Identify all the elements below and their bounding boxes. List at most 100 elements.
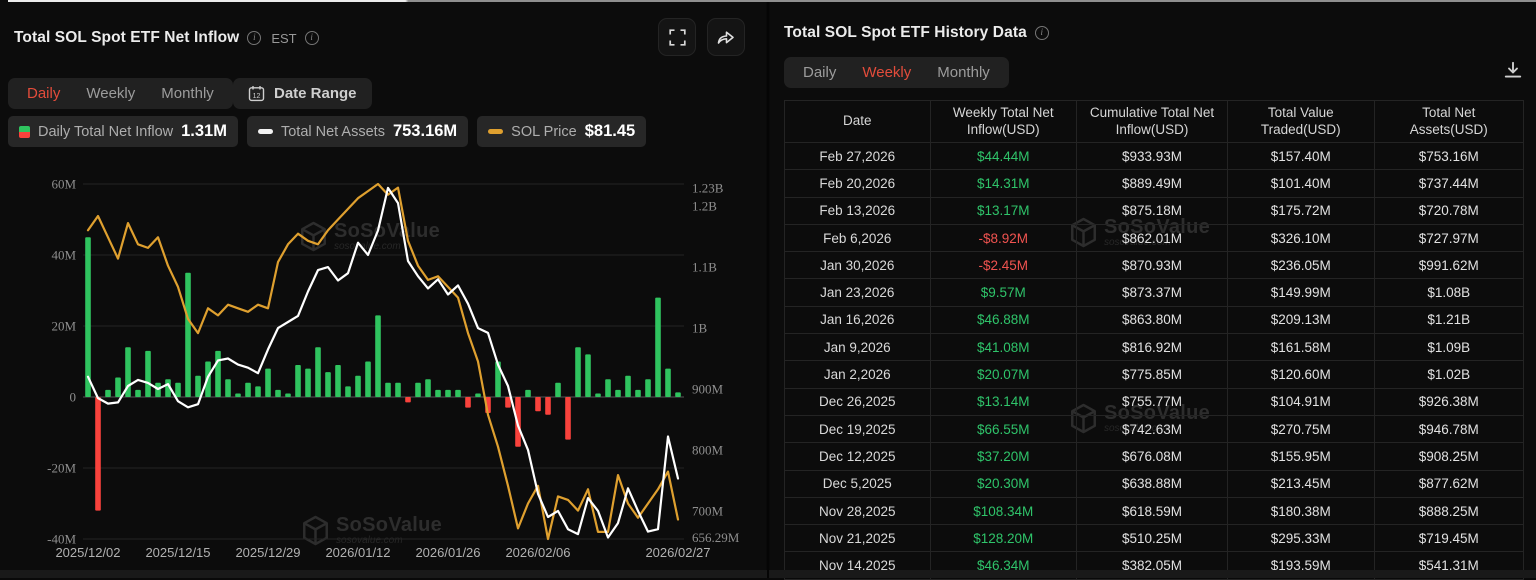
row-value-cell: -$2.45M — [931, 252, 1078, 279]
row-date-cell: Feb 13,2026 — [784, 198, 931, 225]
row-value-cell: $946.78M — [1375, 416, 1524, 443]
date-range-button[interactable]: 12 Date Range — [233, 78, 372, 109]
svg-text:2025/12/29: 2025/12/29 — [235, 545, 300, 560]
row-date-cell: Jan 16,2026 — [784, 307, 931, 334]
row-date-cell: Feb 20,2026 — [784, 170, 931, 197]
row-value-cell: $926.38M — [1375, 389, 1524, 416]
panel-divider — [767, 0, 769, 578]
column-header: Weekly Total Net Inflow(USD) — [931, 101, 1078, 143]
row-value-cell: $326.10M — [1228, 225, 1375, 252]
row-value-cell: $1.02B — [1375, 361, 1524, 388]
row-value-cell: $13.14M — [931, 389, 1078, 416]
row-date-cell: Dec 19,2025 — [784, 416, 931, 443]
row-value-cell: $719.45M — [1375, 525, 1524, 552]
svg-text:0: 0 — [70, 390, 77, 405]
tab-weekly[interactable]: Weekly — [849, 64, 924, 81]
info-icon[interactable]: i — [1035, 26, 1049, 40]
price-legend-swatch — [488, 129, 503, 134]
column-header: Cumulative Total Net Inflow(USD) — [1077, 101, 1228, 143]
tab-monthly[interactable]: Monthly — [924, 64, 1003, 81]
share-button[interactable] — [707, 18, 745, 56]
share-icon — [716, 28, 736, 46]
row-value-cell: $877.62M — [1375, 471, 1524, 498]
row-value-cell: $180.38M — [1228, 498, 1375, 525]
info-icon[interactable]: i — [305, 31, 319, 45]
svg-text:2026/02/27: 2026/02/27 — [645, 545, 710, 560]
fullscreen-button[interactable] — [658, 18, 696, 56]
row-value-cell: $44.44M — [931, 143, 1078, 170]
row-value-cell: $175.72M — [1228, 198, 1375, 225]
row-value-cell: $775.85M — [1077, 361, 1228, 388]
fullscreen-icon — [669, 29, 686, 46]
row-date-cell: Dec 5,2025 — [784, 471, 931, 498]
row-value-cell: -$8.92M — [931, 225, 1078, 252]
legend-total-net-assets[interactable]: Total Net Assets 753.16M — [247, 116, 468, 147]
info-icon[interactable]: i — [247, 31, 261, 45]
column-header: Total Value Traded(USD) — [1228, 101, 1375, 143]
row-date-cell: Nov 28,2025 — [784, 498, 931, 525]
chart-period-tabs: Daily Weekly Monthly — [8, 78, 233, 109]
row-date-cell: Dec 12,2025 — [784, 443, 931, 470]
date-range-label: Date Range — [274, 85, 357, 102]
row-value-cell: $108.34M — [931, 498, 1078, 525]
row-value-cell: $14.31M — [931, 170, 1078, 197]
legend-daily-net-inflow[interactable]: Daily Total Net Inflow 1.31M — [8, 116, 238, 147]
row-value-cell: $727.97M — [1375, 225, 1524, 252]
table-header-row: Total SOL Spot ETF History Data i — [784, 24, 1049, 42]
row-value-cell: $933.93M — [1077, 143, 1228, 170]
tab-daily[interactable]: Daily — [14, 85, 73, 102]
legend-value: 1.31M — [181, 122, 227, 141]
history-table: DateWeekly Total Net Inflow(USD)Cumulati… — [784, 100, 1524, 580]
row-value-cell: $873.37M — [1077, 279, 1228, 306]
svg-text:60M: 60M — [51, 177, 76, 192]
row-value-cell: $991.62M — [1375, 252, 1524, 279]
download-icon — [1503, 60, 1523, 80]
tab-weekly[interactable]: Weekly — [73, 85, 148, 102]
row-value-cell: $120.60M — [1228, 361, 1375, 388]
row-value-cell: $742.63M — [1077, 416, 1228, 443]
net-inflow-chart-canvas[interactable]: 60M40M20M0-20M-40M1.23B1.2B1.1B1B900M800… — [0, 156, 766, 578]
row-value-cell: $1.09B — [1375, 334, 1524, 361]
row-value-cell: $41.08M — [931, 334, 1078, 361]
svg-text:1.1B: 1.1B — [692, 260, 717, 275]
chart-panel: Total SOL Spot ETF Net Inflow i EST i Da… — [0, 0, 766, 578]
row-value-cell: $862.01M — [1077, 225, 1228, 252]
top-progress-line — [8, 0, 1536, 2]
legend-value: 753.16M — [393, 122, 457, 141]
svg-text:1B: 1B — [692, 321, 708, 336]
tab-monthly[interactable]: Monthly — [148, 85, 227, 102]
row-value-cell: $618.59M — [1077, 498, 1228, 525]
row-value-cell: $676.08M — [1077, 443, 1228, 470]
tab-daily[interactable]: Daily — [790, 64, 849, 81]
svg-text:-20M: -20M — [47, 461, 76, 476]
download-button[interactable] — [1503, 60, 1523, 85]
history-data-panel: Total SOL Spot ETF History Data i Daily … — [770, 0, 1536, 578]
row-value-cell: $37.20M — [931, 443, 1078, 470]
row-value-cell: $149.99M — [1228, 279, 1375, 306]
chart-legend: Daily Total Net Inflow 1.31M Total Net A… — [8, 116, 646, 147]
svg-text:2026/01/26: 2026/01/26 — [415, 545, 480, 560]
svg-text:20M: 20M — [51, 319, 76, 334]
row-date-cell: Jan 30,2026 — [784, 252, 931, 279]
legend-sol-price[interactable]: SOL Price $81.45 — [477, 116, 646, 147]
row-value-cell: $755.77M — [1077, 389, 1228, 416]
row-value-cell: $889.49M — [1077, 170, 1228, 197]
svg-text:40M: 40M — [51, 248, 76, 263]
row-value-cell: $863.80M — [1077, 307, 1228, 334]
legend-label: Daily Total Net Inflow — [38, 124, 173, 140]
row-value-cell: $209.13M — [1228, 307, 1375, 334]
row-value-cell: $737.44M — [1375, 170, 1524, 197]
legend-value: $81.45 — [585, 122, 635, 141]
row-value-cell: $155.95M — [1228, 443, 1375, 470]
row-date-cell: Feb 27,2026 — [784, 143, 931, 170]
row-value-cell: $295.33M — [1228, 525, 1375, 552]
svg-text:1.23B: 1.23B — [692, 180, 724, 195]
table-title: Total SOL Spot ETF History Data — [784, 24, 1027, 42]
calendar-icon: 12 — [248, 85, 265, 102]
assets-legend-swatch — [258, 129, 273, 134]
row-value-cell: $720.78M — [1375, 198, 1524, 225]
svg-text:2026/02/06: 2026/02/06 — [505, 545, 570, 560]
row-value-cell: $161.58M — [1228, 334, 1375, 361]
chart-title: Total SOL Spot ETF Net Inflow — [14, 29, 239, 47]
svg-text:656.29M: 656.29M — [692, 530, 740, 545]
